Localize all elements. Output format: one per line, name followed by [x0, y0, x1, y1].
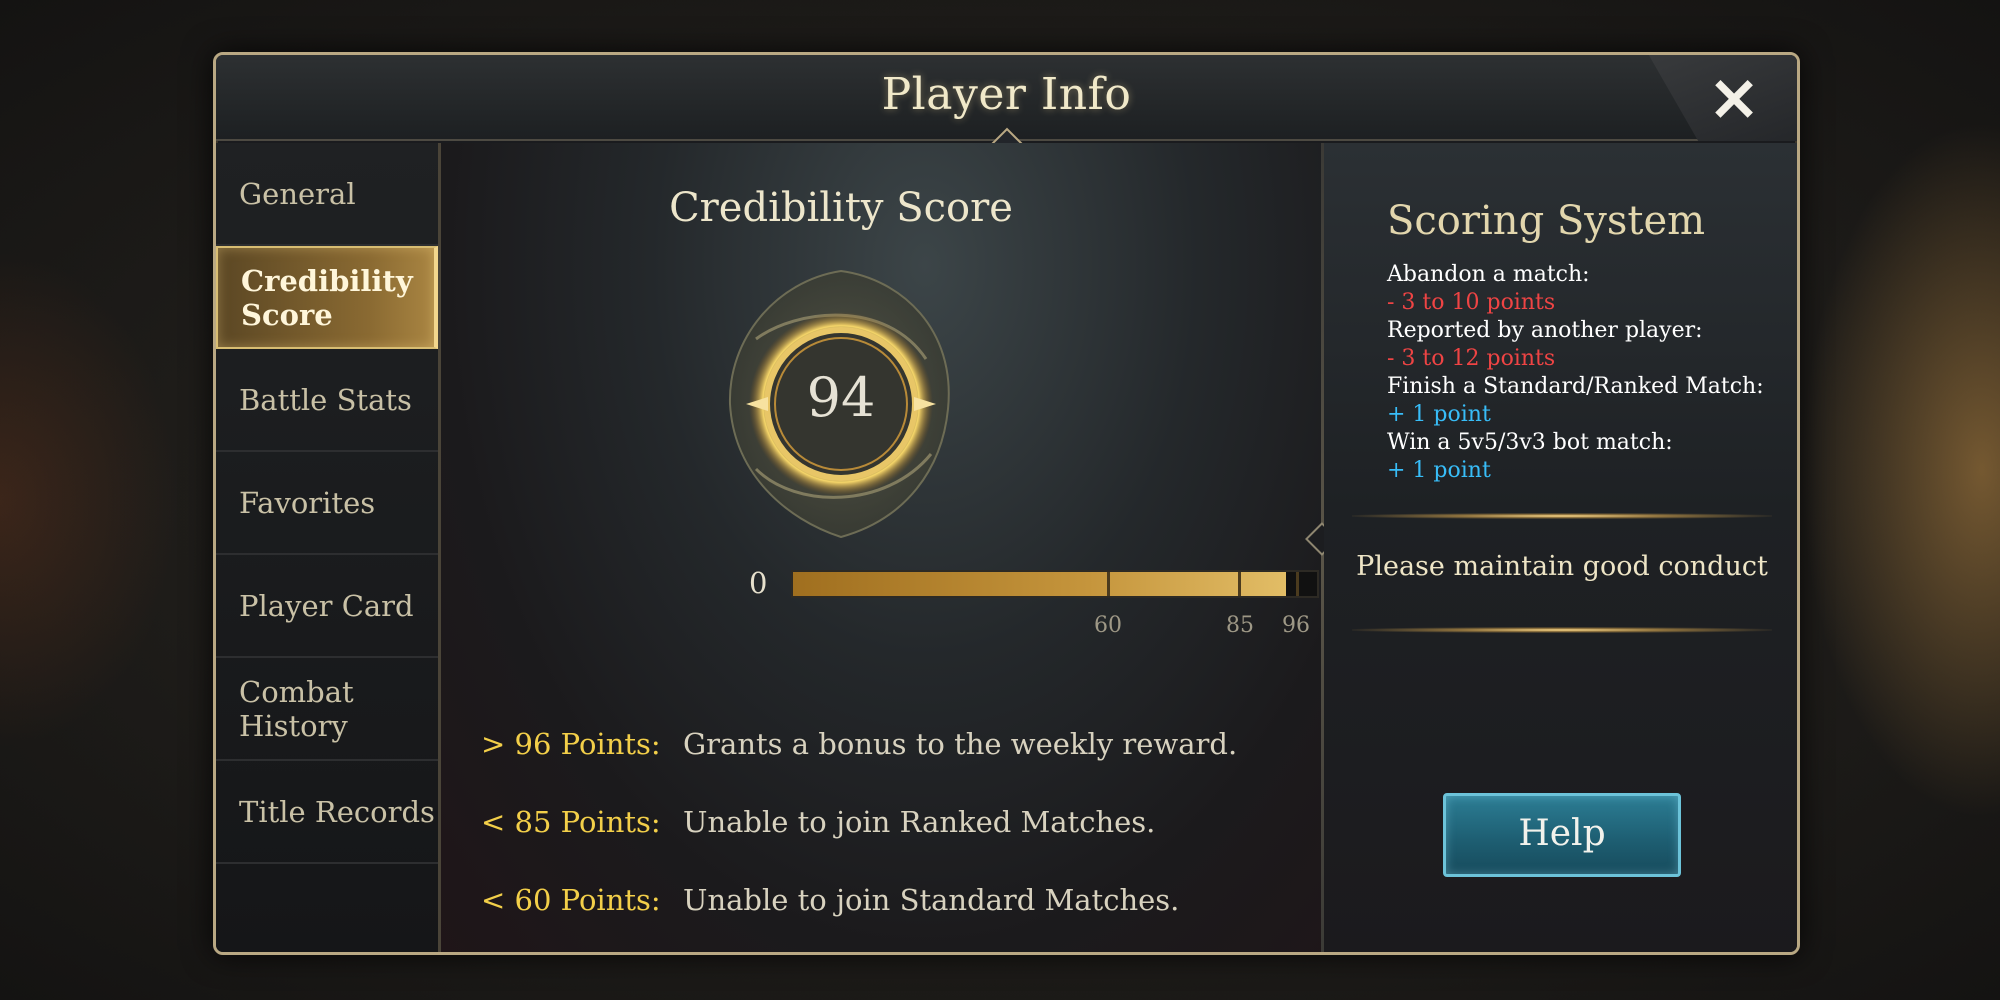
credibility-score-value: 94 — [806, 366, 876, 429]
sidebar-item-combat-history[interactable]: Combat History — [216, 658, 438, 761]
scoring-title: Scoring System — [1387, 198, 1706, 244]
sidebar-item-label: Favorites — [239, 485, 376, 520]
glow-divider — [1352, 627, 1772, 633]
scoring-rule-effect: + 1 point — [1387, 402, 1491, 427]
scoring-rule-effect: - 3 to 10 points — [1387, 290, 1556, 315]
rule-threshold: > 96 Points: — [481, 727, 661, 761]
player-info-dialog: Player Info × General Credibility Score … — [213, 52, 1800, 955]
scoring-rule-effect: - 3 to 12 points — [1387, 346, 1556, 371]
sidebar-item-battle-stats[interactable]: Battle Stats — [216, 349, 438, 452]
scoring-rule-effect: + 1 point — [1387, 458, 1491, 483]
scoring-list: Abandon a match: - 3 to 10 points Report… — [1387, 261, 1787, 485]
tick-label: 60 — [1094, 613, 1122, 638]
bar-tick — [1107, 572, 1111, 596]
tick-label: 85 — [1226, 613, 1254, 638]
page-title: Player Info — [881, 69, 1132, 120]
rule-description: Unable to join Ranked Matches. — [683, 805, 1156, 839]
background-glow — [1800, 120, 2000, 820]
scoring-rule-text: Finish a Standard/Ranked Match: — [1387, 374, 1764, 399]
sidebar-item-label: Player Card — [239, 588, 414, 623]
sidebar-item-label: Battle Stats — [239, 382, 412, 417]
bar-min-label: 0 — [749, 566, 768, 600]
sidebar-item-label: Combat History — [239, 674, 354, 743]
help-button[interactable]: Help — [1443, 793, 1681, 877]
sidebar-item-label: Credibility Score — [241, 263, 413, 332]
sidebar-item-favorites[interactable]: Favorites — [216, 452, 438, 555]
scoring-rule-text: Reported by another player: — [1387, 318, 1703, 343]
rule-threshold: < 60 Points: — [481, 883, 661, 917]
section-title: Credibility Score — [669, 185, 1013, 231]
rule-description: Grants a bonus to the weekly reward. — [683, 727, 1238, 761]
rule-description: Unable to join Standard Matches. — [683, 883, 1180, 917]
progress-fill — [793, 572, 1286, 596]
glow-divider — [1352, 513, 1772, 519]
credibility-badge: 94 — [716, 269, 966, 539]
scoring-system-panel: Scoring System Abandon a match: - 3 to 1… — [1324, 143, 1797, 952]
tick-label: 96 — [1282, 613, 1310, 638]
sidebar-item-label: General — [239, 176, 356, 211]
bar-tick — [1238, 572, 1242, 596]
sidebar-item-label: Title Records — [239, 794, 435, 829]
scoring-rule-text: Abandon a match: — [1387, 262, 1590, 287]
scoring-rule-text: Win a 5v5/3v3 bot match: — [1387, 430, 1673, 455]
conduct-message: Please maintain good conduct — [1356, 551, 1768, 582]
credibility-panel: Credibility Score 94 0 60 85 96 > 96 Poi… — [441, 143, 1391, 952]
sidebar-item-general[interactable]: General — [216, 143, 438, 246]
bar-tick — [1296, 572, 1300, 596]
sidebar: General Credibility Score Battle Stats F… — [216, 143, 441, 952]
sidebar-item-title-records[interactable]: Title Records — [216, 761, 438, 864]
sidebar-item-player-card[interactable]: Player Card — [216, 555, 438, 658]
background-glow — [0, 250, 180, 750]
close-icon[interactable]: × — [1699, 63, 1769, 133]
credibility-progress-bar — [791, 570, 1319, 598]
sidebar-item-credibility-score[interactable]: Credibility Score — [216, 246, 438, 349]
rule-threshold: < 85 Points: — [481, 805, 661, 839]
